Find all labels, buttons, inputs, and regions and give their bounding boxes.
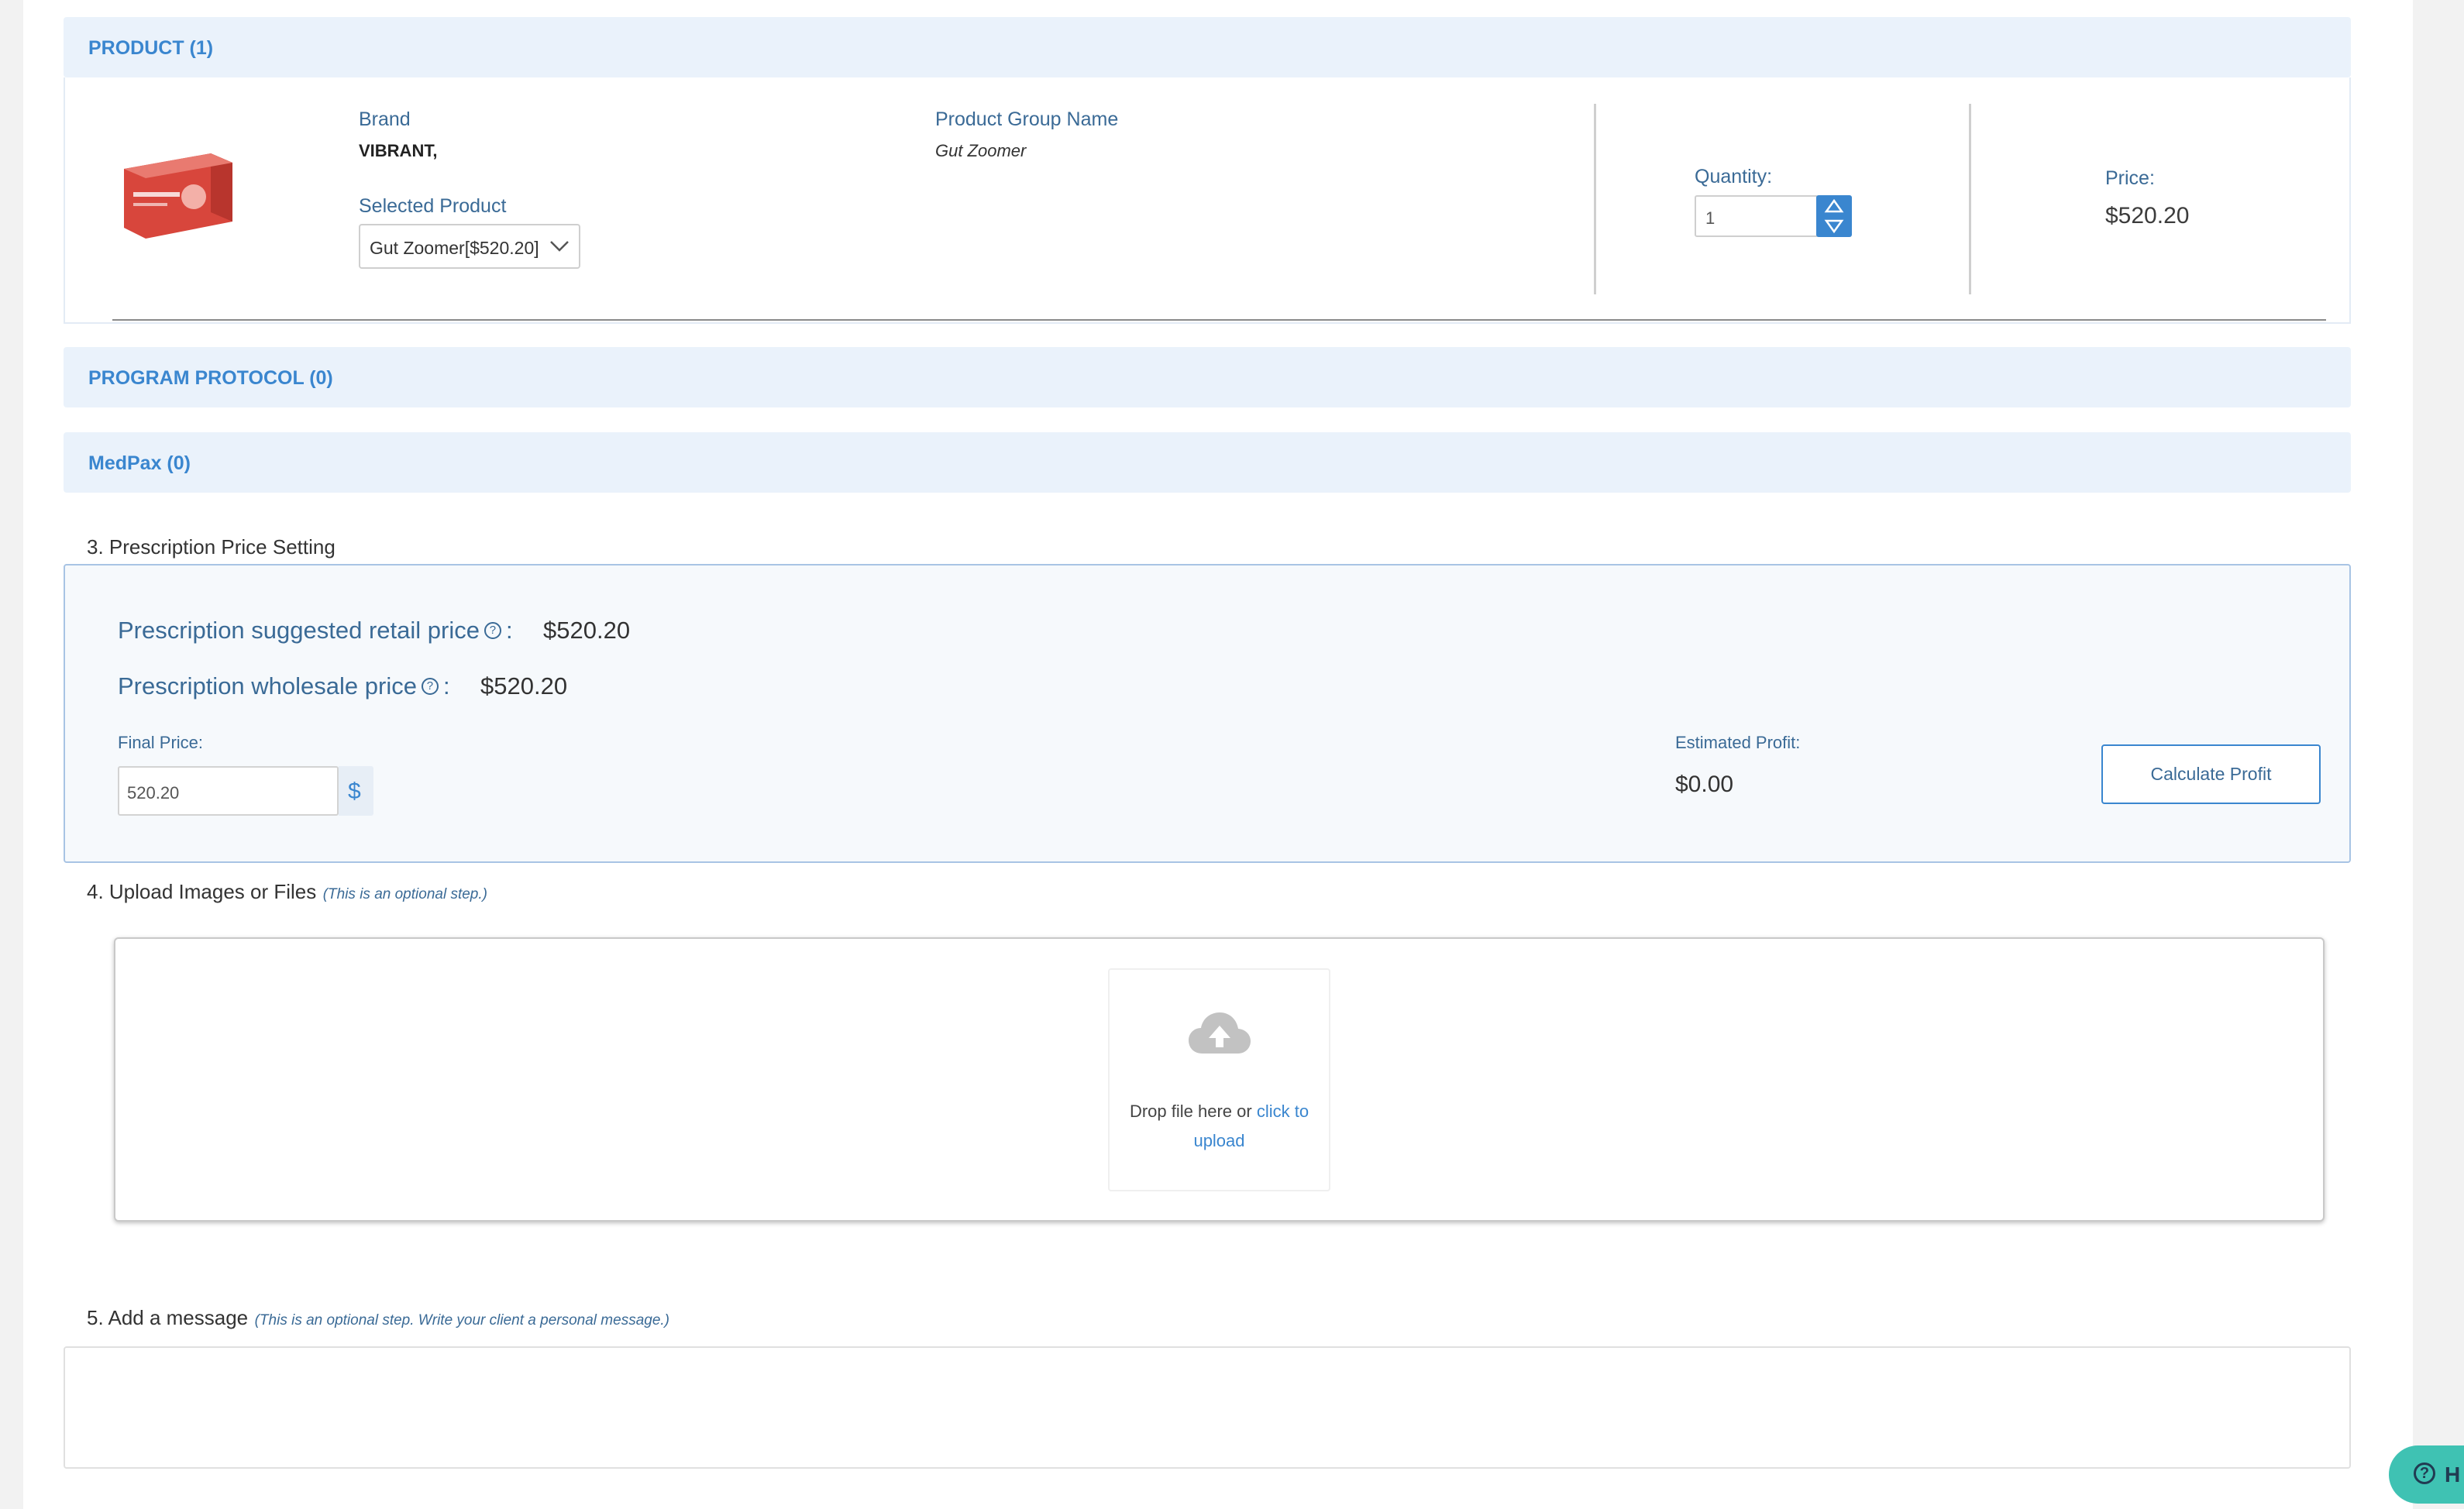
retail-price-row: Prescription suggested retail price?:	[118, 617, 513, 645]
message-heading: 5. Add a message	[87, 1306, 249, 1329]
estimated-profit-label: Estimated Profit:	[1675, 733, 1801, 752]
dollar-sign: $	[348, 779, 361, 804]
price-setting-heading: 3. Prescription Price Setting	[87, 535, 336, 559]
stepper-down-icon[interactable]	[1824, 219, 1844, 234]
upload-dropzone[interactable]: Drop file here or click to upload	[1108, 968, 1330, 1191]
medpax-header[interactable]: MedPax (0)	[64, 432, 2351, 493]
wholesale-price-value: $520.20	[480, 672, 568, 700]
calculate-profit-button[interactable]: Calculate Profit	[2101, 744, 2321, 804]
help-label: H	[2445, 1463, 2461, 1487]
quantity-value: 1	[1705, 208, 1716, 228]
selected-product-select[interactable]: Gut Zoomer[$520.20]	[359, 224, 580, 269]
medpax-title: MedPax (0)	[88, 452, 191, 474]
divider	[1594, 104, 1596, 294]
estimated-profit-value: $0.00	[1675, 772, 1734, 797]
help-icon[interactable]: ?	[484, 621, 501, 639]
program-protocol-header[interactable]: PROGRAM PROTOCOL (0)	[64, 347, 2351, 407]
retail-price-value: $520.20	[543, 617, 631, 644]
upload-hint: (This is an optional step.)	[322, 886, 487, 902]
drop-text: Drop file here or	[1129, 1102, 1252, 1121]
help-icon: ?	[2414, 1463, 2435, 1484]
brand-value: VIBRANT,	[359, 141, 438, 160]
wholesale-price-label: Prescription wholesale price	[118, 672, 417, 700]
message-textarea[interactable]	[64, 1346, 2351, 1469]
price-value: $520.20	[2105, 203, 2190, 229]
cloud-upload-icon	[1189, 1012, 1251, 1054]
final-price-input[interactable]: 520.20	[118, 766, 339, 816]
selected-product-label: Selected Product	[359, 195, 507, 217]
product-image	[118, 146, 236, 245]
upload-heading-row: 4. Upload Images or Files (This is an op…	[87, 880, 487, 904]
stepper-up-icon[interactable]	[1824, 198, 1844, 213]
colon: :	[442, 672, 450, 700]
currency-addon: $	[339, 766, 373, 816]
message-heading-row: 5. Add a message (This is an optional st…	[87, 1306, 669, 1330]
upload-instructions: Drop file here or click to upload	[1110, 1097, 1329, 1156]
price-setting-panel	[64, 564, 2351, 863]
selected-product-value: Gut Zoomer[$520.20]	[370, 238, 539, 258]
retail-price-label: Prescription suggested retail price	[118, 617, 480, 644]
wholesale-price-row: Prescription wholesale price?:	[118, 672, 450, 700]
product-section-title: PRODUCT (1)	[88, 37, 214, 59]
program-protocol-title: PROGRAM PROTOCOL (0)	[88, 367, 333, 389]
final-price-label: Final Price:	[118, 733, 204, 752]
product-group-label: Product Group Name	[935, 108, 1119, 130]
product-section-header[interactable]: PRODUCT (1)	[64, 17, 2351, 77]
product-divider	[112, 319, 2326, 321]
click-to-upload-link[interactable]: click to	[1257, 1102, 1309, 1121]
click-to-upload-link[interactable]: upload	[1193, 1131, 1244, 1150]
divider	[1969, 104, 1971, 294]
help-icon[interactable]: ?	[421, 677, 439, 695]
upload-heading: 4. Upload Images or Files	[87, 880, 317, 903]
message-hint: (This is an optional step. Write your cl…	[254, 1312, 669, 1329]
quantity-label: Quantity:	[1695, 166, 1773, 187]
colon: :	[505, 617, 513, 644]
brand-label: Brand	[359, 108, 411, 130]
chevron-down-icon	[550, 241, 569, 252]
final-price-value: 520.20	[127, 783, 180, 803]
price-label: Price:	[2105, 167, 2155, 189]
help-button[interactable]: ? H	[2389, 1445, 2464, 1504]
quantity-stepper[interactable]	[1816, 195, 1852, 237]
quantity-input[interactable]: 1	[1695, 195, 1819, 237]
product-group-value: Gut Zoomer	[935, 141, 1027, 160]
